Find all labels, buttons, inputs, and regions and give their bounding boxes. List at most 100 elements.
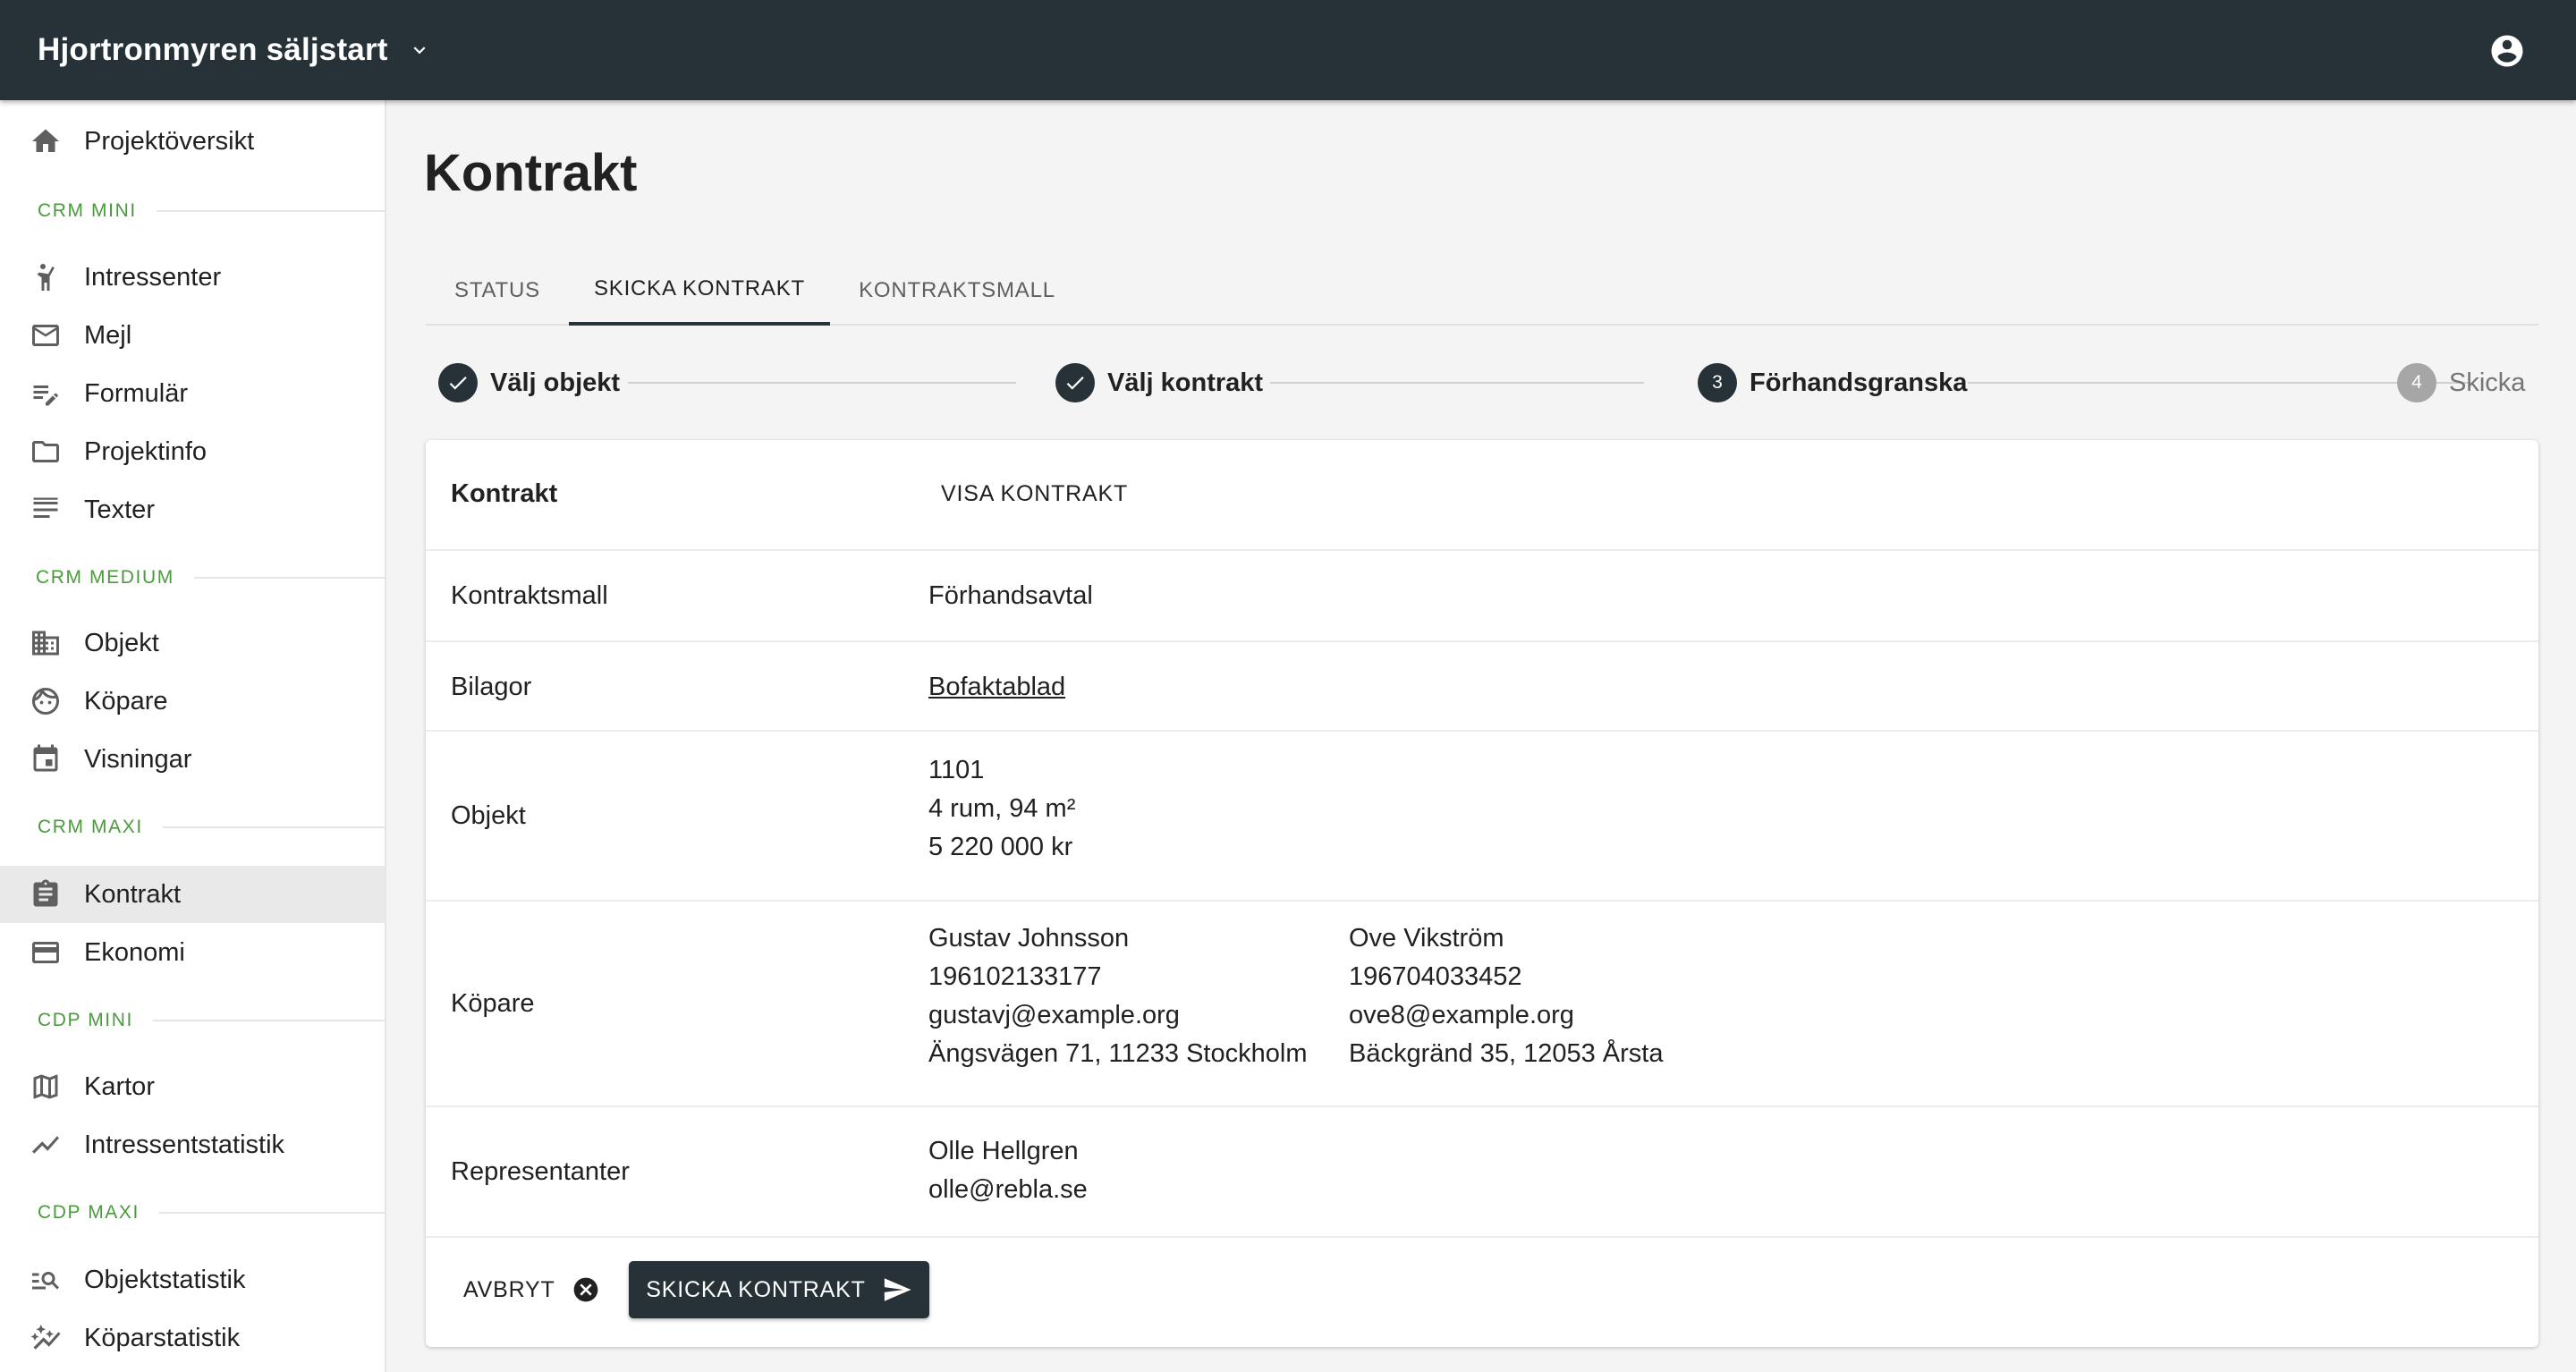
section-crm-mini: CRM MINI [0,198,385,224]
stepper: Välj objekt Välj kontrakt 3 Förhandsgran… [426,354,2538,411]
section-cdp-maxi: CDP MAXI [0,1199,385,1226]
send-contract-button[interactable]: SKICKA KONTRAKT [629,1261,929,1318]
chevron-down-icon [408,38,431,62]
sidebar-item-label: Visningar [84,744,192,774]
cancel-button[interactable]: AVBRYT [463,1275,600,1304]
representative-details: Olle Hellgren olle@rebla.se [928,1132,1088,1209]
row-label: Kontrakt [451,479,558,508]
buyer-email: ove8@example.org [1349,1001,1574,1029]
object-price: 5 220 000 kr [928,833,1073,861]
credit-card-icon [29,936,63,970]
step-connector [1270,382,1644,384]
buyer-name: Gustav Johnsson [928,924,1130,953]
template-value: Förhandsavtal [928,581,1093,610]
divider [162,826,385,828]
tab-status[interactable]: STATUS [426,256,569,326]
check-icon [1055,363,1095,402]
buyer-address: Ängsvägen 71, 11233 Stockholm [928,1039,1308,1068]
folder-icon [29,435,63,469]
sidebar-item-kopare[interactable]: Köpare [0,673,385,730]
buyer-personal-number: 196704033452 [1349,962,1522,991]
view-contract-button[interactable]: VISA KONTRAKT [941,481,1128,507]
sidebar-item-koparstatistik[interactable]: Köparstatistik [0,1309,385,1367]
sidebar-item-label: Projektinfo [84,436,208,466]
auto-graph-icon [29,1321,63,1355]
tab-bar: STATUS SKICKA KONTRAKT KONTRAKTSMALL [426,256,2538,326]
sidebar-item-ekonomi[interactable]: Ekonomi [0,924,385,981]
sidebar-item-intressentstatistik[interactable]: Intressentstatistik [0,1116,385,1173]
sidebar-item-intressenter[interactable]: Intressenter [0,249,385,306]
row-objekt: Objekt 1101 4 rum, 94 m² 5 220 000 kr [426,732,2538,902]
row-bilagor: Bilagor Bofaktablad [426,642,2538,732]
row-label: Bilagor [451,673,532,701]
object-size: 4 rum, 94 m² [928,794,1076,823]
notes-icon [29,493,63,527]
manage-search-icon [29,1263,63,1297]
sidebar-item-label: Kartor [84,1071,155,1101]
step-valj-kontrakt: Välj kontrakt [1055,363,1263,402]
section-label: CRM MAXI [38,817,143,837]
trending-up-icon [29,1128,63,1162]
sidebar-item-label: Intressentstatistik [84,1130,285,1159]
calendar-event-icon [29,742,63,776]
step-forhandsgranska: 3 Förhandsgranska [1698,363,1967,402]
row-kopare: Köpare Gustav Johnsson 196102133177 gust… [426,902,2538,1107]
cancel-circle-icon [572,1275,600,1304]
project-selector[interactable]: Hjortronmyren säljstart [38,32,431,68]
row-label: Kontraktsmall [451,581,608,610]
building-icon [29,626,63,660]
contract-preview-card: Kontrakt VISA KONTRAKT Kontraktsmall För… [426,440,2538,1347]
section-crm-medium: CRM MEDIUM [0,564,385,591]
sidebar-item-objektstatistik[interactable]: Objektstatistik [0,1251,385,1308]
row-representanter: Representanter Olle Hellgren olle@rebla.… [426,1107,2538,1238]
home-icon [29,124,63,158]
sidebar-item-objekt[interactable]: Objekt [0,614,385,672]
sidebar-item-kartor[interactable]: Kartor [0,1058,385,1115]
mail-icon [29,318,63,352]
divider [158,1212,385,1214]
sidebar-item-texter[interactable]: Texter [0,481,385,538]
sidebar-item-projektinfo[interactable]: Projektinfo [0,423,385,480]
step-label: Välj kontrakt [1107,368,1264,397]
row-label: Köpare [451,989,535,1018]
sidebar: Projektöversikt CRM MINI Intressenter Me… [0,100,386,1372]
representative-name: Olle Hellgren [928,1137,1079,1165]
object-number: 1101 [928,756,985,784]
step-label: Förhandsgranska [1750,368,1968,397]
buyer-card: Gustav Johnsson 196102133177 gustavj@exa… [928,919,1307,1073]
tab-kontraktsmall[interactable]: KONTRAKTSMALL [830,256,1084,326]
sidebar-item-formular[interactable]: Formulär [0,365,385,422]
sidebar-item-label: Köpare [84,686,168,716]
face-icon [29,684,63,718]
map-icon [29,1070,63,1104]
buyer-email: gustavj@example.org [928,1001,1180,1029]
section-crm-maxi: CRM MAXI [0,814,385,841]
section-label: CDP MAXI [38,1202,140,1223]
sidebar-item-label: Mejl [84,320,132,350]
row-kontraktsmall: Kontraktsmall Förhandsavtal [426,551,2538,642]
attachment-link[interactable]: Bofaktablad [928,668,1065,707]
sidebar-item-mejl[interactable]: Mejl [0,307,385,364]
buyer-address: Bäckgränd 35, 12053 Årsta [1349,1039,1664,1068]
sidebar-item-label: Köparstatistik [84,1323,241,1352]
sidebar-item-kontrakt[interactable]: Kontrakt [0,866,385,923]
clipboard-icon [29,877,63,911]
sidebar-item-label: Formulär [84,378,189,408]
account-circle-icon[interactable] [2488,32,2526,70]
page-title: Kontrakt [424,144,638,202]
person-raising-hand-icon [29,260,63,294]
sidebar-item-visningar[interactable]: Visningar [0,731,385,788]
representative-email: olle@rebla.se [928,1175,1088,1204]
check-icon [438,363,478,402]
send-label: SKICKA KONTRAKT [646,1276,866,1302]
edit-note-icon [29,377,63,411]
divider [156,210,385,212]
sidebar-item-label: Texter [84,495,155,524]
project-title: Hjortronmyren säljstart [38,32,388,67]
tab-skicka-kontrakt[interactable]: SKICKA KONTRAKT [569,256,830,326]
sidebar-item-projektoversikt[interactable]: Projektöversikt [0,113,385,170]
sidebar-item-label: Kontrakt [84,879,181,909]
row-kontrakt: Kontrakt VISA KONTRAKT [426,440,2538,551]
step-label: Välj objekt [490,368,621,397]
step-number: 3 [1698,363,1737,402]
